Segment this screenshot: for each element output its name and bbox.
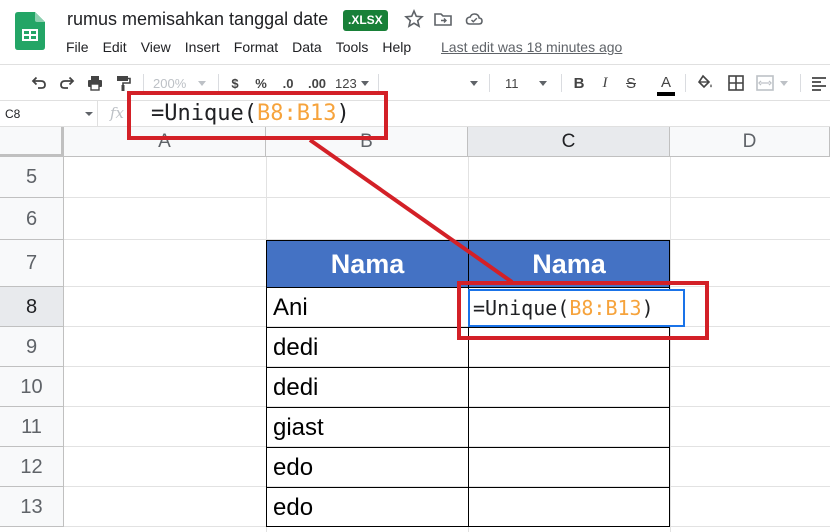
column-header-d[interactable]: D [670, 127, 830, 157]
align-button[interactable] [808, 65, 830, 101]
fx-icon: fx [110, 104, 125, 122]
move-folder-icon[interactable] [433, 9, 453, 29]
row-header-8[interactable]: 8 [0, 287, 64, 327]
text-color-button[interactable]: A [655, 65, 677, 101]
gridline [64, 197, 830, 198]
annotation-box-formula-bar [127, 91, 388, 140]
strikethrough-button[interactable]: S [622, 65, 640, 101]
formula-bar: C8 fx =Unique(B8:B13) [0, 100, 830, 127]
print-button[interactable] [84, 65, 106, 101]
menu-insert[interactable]: Insert [185, 38, 220, 56]
chevron-down-icon [360, 80, 369, 86]
toolbar-separator [561, 74, 562, 92]
align-left-icon [812, 77, 826, 91]
row-header-6[interactable]: 6 [0, 198, 64, 240]
print-icon [88, 76, 102, 91]
menu-bar: File Edit View Insert Format Data Tools … [66, 38, 425, 56]
cell-b13[interactable]: edo [266, 487, 469, 527]
cell-b8[interactable]: Ani [266, 287, 469, 328]
cloud-status-icon[interactable] [464, 9, 484, 29]
zoom-value: 200% [153, 75, 187, 91]
name-box[interactable]: C8 [0, 101, 98, 127]
row-header-7[interactable]: 7 [0, 240, 64, 287]
sheets-logo-icon[interactable] [15, 12, 45, 50]
cell-c10[interactable] [468, 367, 670, 408]
cell-b7-header[interactable]: Nama [266, 240, 469, 288]
star-icon[interactable] [404, 9, 424, 29]
column-header-c[interactable]: C [468, 127, 670, 157]
chevron-down-icon [538, 80, 547, 86]
merge-cells-icon [756, 75, 774, 91]
paint-format-icon [117, 76, 131, 91]
toolbar-separator [489, 74, 490, 92]
toolbar-separator [685, 74, 686, 92]
chevron-down-icon [780, 80, 788, 86]
app-header: rumus memisahkan tanggal date .XLSX File… [0, 0, 830, 64]
document-title[interactable]: rumus memisahkan tanggal date [67, 9, 328, 30]
italic-button[interactable]: I [596, 65, 614, 101]
name-box-chevron-icon[interactable] [85, 112, 93, 116]
menu-data[interactable]: Data [292, 38, 322, 56]
chevron-down-icon [198, 80, 207, 86]
cell-c12[interactable] [468, 447, 670, 488]
bold-button[interactable]: B [570, 65, 588, 101]
redo-button[interactable] [56, 65, 78, 101]
toolbar: 200% $ % .0 .00 123 11 B I S A [0, 64, 830, 100]
font-size-select[interactable]: 11 [500, 65, 552, 101]
chevron-down-icon [470, 80, 478, 86]
cell-b10[interactable]: dedi [266, 367, 469, 408]
number-format-label: 123 [335, 75, 357, 91]
merge-cells-button[interactable] [754, 65, 790, 101]
row-header-11[interactable]: 11 [0, 407, 64, 447]
borders-icon [728, 75, 744, 91]
cell-b11[interactable]: giast [266, 407, 469, 448]
font-size-value: 11 [505, 75, 519, 91]
row-header-5[interactable]: 5 [0, 157, 64, 198]
menu-edit[interactable]: Edit [103, 38, 127, 56]
menu-tools[interactable]: Tools [336, 38, 369, 56]
fill-color-button[interactable] [694, 65, 716, 101]
row-header-9[interactable]: 9 [0, 327, 64, 367]
undo-button[interactable] [28, 65, 50, 101]
annotation-box-active-cell [457, 281, 709, 340]
gridline [670, 157, 671, 532]
menu-format[interactable]: Format [234, 38, 278, 56]
last-edit-link[interactable]: Last edit was 18 minutes ago [441, 38, 622, 56]
font-family-dropdown[interactable] [466, 65, 482, 101]
menu-file[interactable]: File [66, 38, 89, 56]
cell-b9[interactable]: dedi [266, 327, 469, 368]
menu-help[interactable]: Help [382, 38, 411, 56]
paint-bucket-icon [697, 74, 712, 89]
undo-icon [31, 76, 46, 89]
row-header-12[interactable]: 12 [0, 447, 64, 487]
row-header-13[interactable]: 13 [0, 487, 64, 527]
menu-view[interactable]: View [141, 38, 171, 56]
borders-button[interactable] [725, 65, 747, 101]
file-type-badge: .XLSX [343, 10, 388, 31]
cell-b12[interactable]: edo [266, 447, 469, 488]
cell-c13[interactable] [468, 487, 670, 527]
redo-icon [60, 76, 75, 89]
row-header-10[interactable]: 10 [0, 367, 64, 407]
text-color-letter: A [660, 73, 671, 91]
cell-c11[interactable] [468, 407, 670, 448]
text-color-swatch [657, 91, 675, 96]
toolbar-separator [378, 74, 379, 92]
select-all-corner[interactable] [0, 127, 64, 157]
toolbar-separator [143, 74, 144, 92]
toolbar-separator [800, 74, 801, 92]
toolbar-separator [218, 74, 219, 92]
